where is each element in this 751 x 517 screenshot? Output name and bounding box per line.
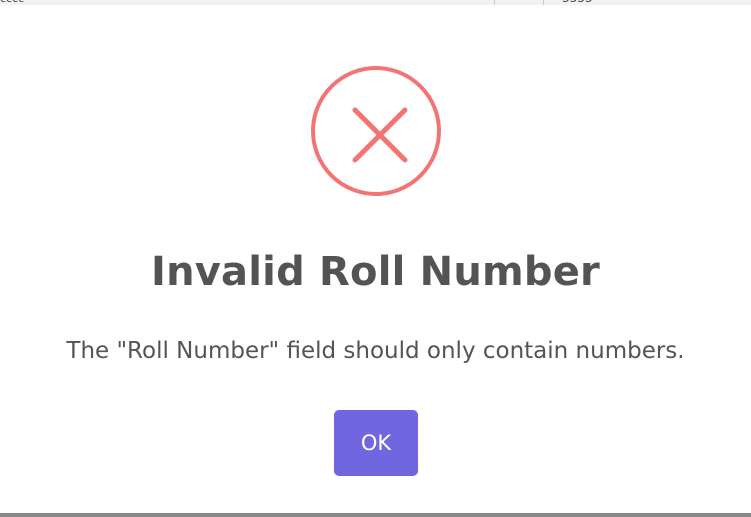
x-mark-icon — [352, 107, 408, 163]
ok-button[interactable]: OK — [334, 410, 418, 476]
page: cccc 3333 Invalid Roll Number The "Roll … — [0, 0, 751, 517]
error-dialog: Invalid Roll Number The "Roll Number" fi… — [0, 5, 751, 513]
error-x-icon — [311, 66, 441, 196]
dialog-message: The "Roll Number" field should only cont… — [66, 338, 685, 364]
dialog-title: Invalid Roll Number — [151, 249, 600, 295]
